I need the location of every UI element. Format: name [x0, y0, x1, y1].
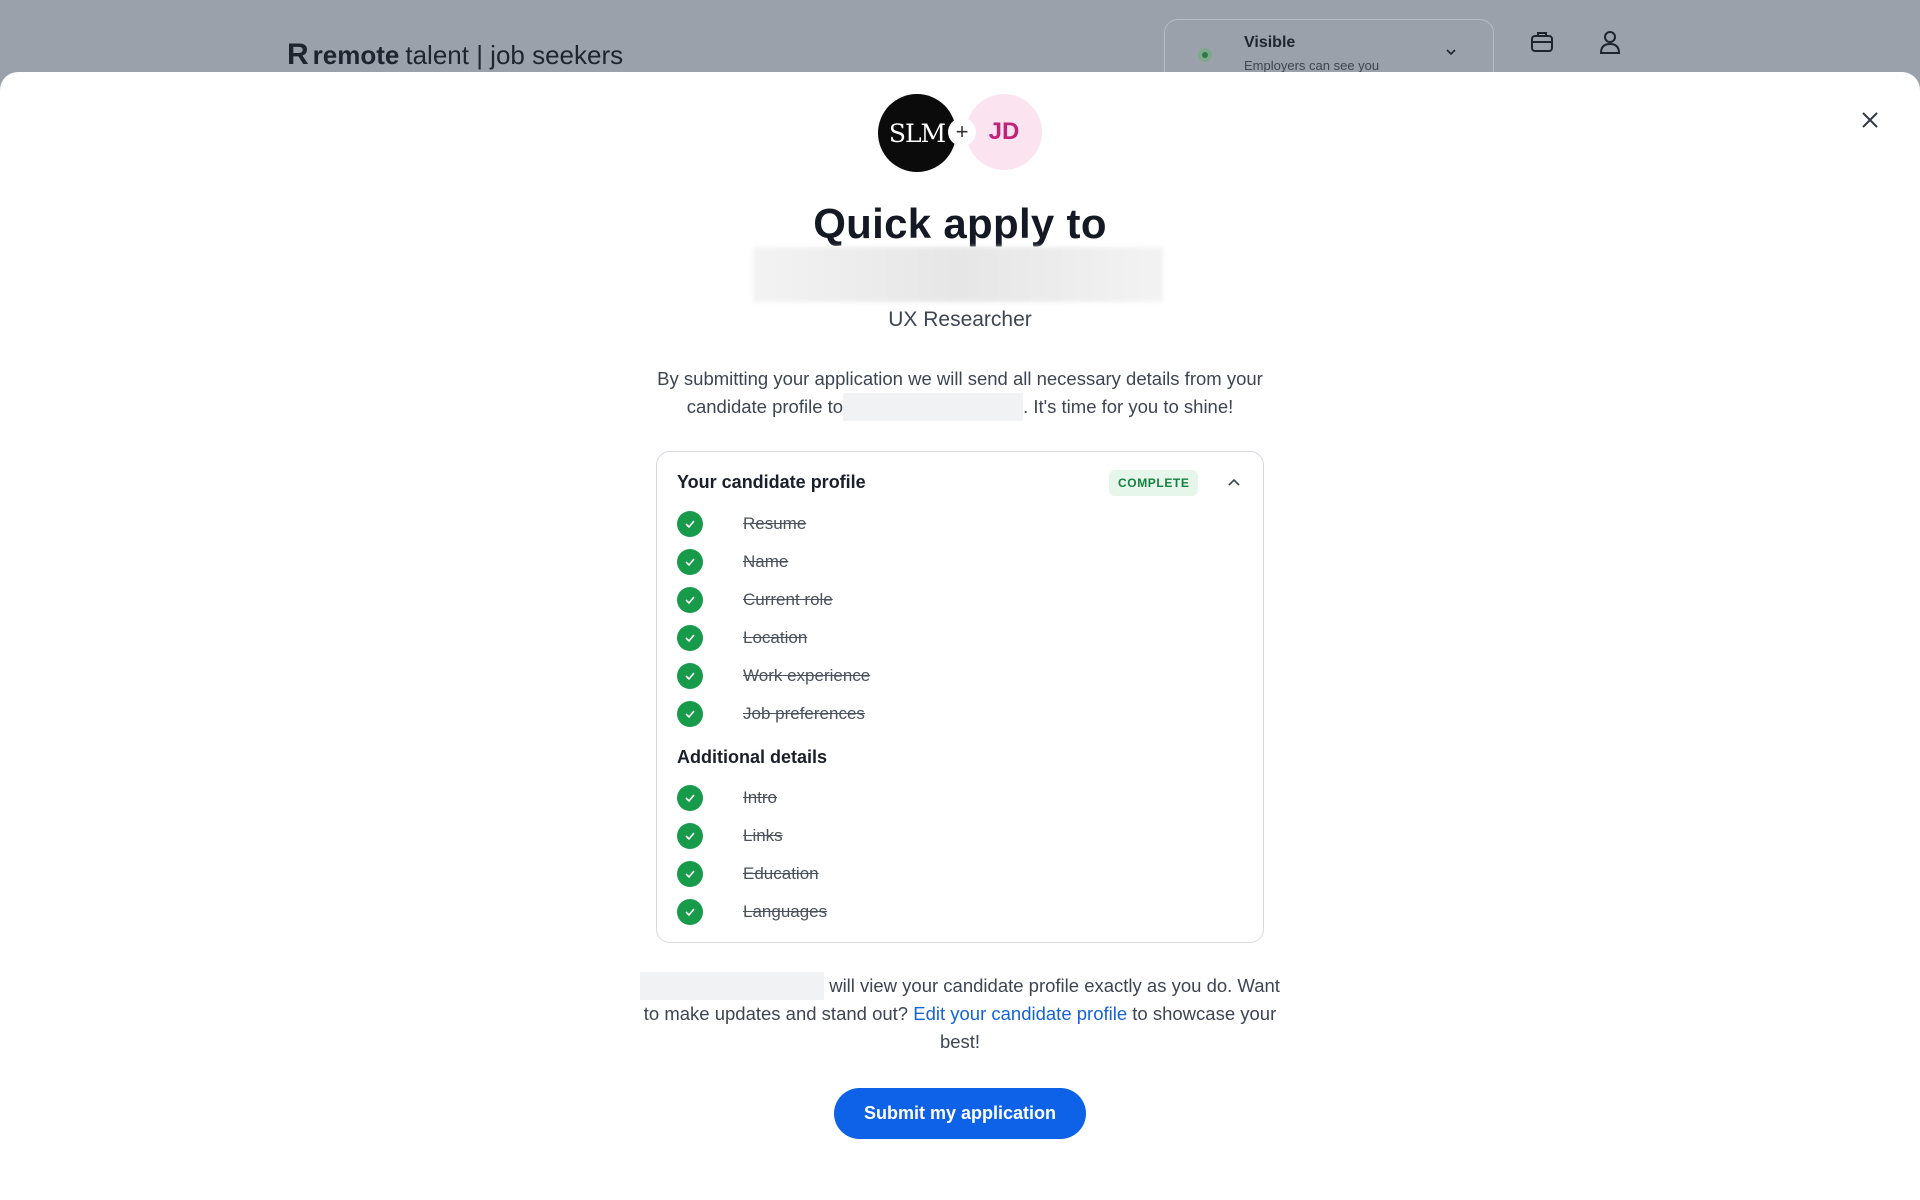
- site-header: R remote talent | job seekers Visible Em…: [0, 0, 1920, 89]
- check-circle-icon: [677, 823, 703, 849]
- close-icon[interactable]: [1856, 106, 1884, 134]
- redacted-company-note: [640, 972, 825, 1000]
- visibility-title: Visible: [1244, 34, 1296, 51]
- profile-item: Resume: [677, 511, 806, 537]
- avatar-group: SLM + JD: [878, 94, 1042, 172]
- profile-item-label: Name: [743, 552, 789, 571]
- check-circle-icon: [677, 549, 703, 575]
- chevron-down-icon: [1446, 49, 1456, 56]
- candidate-profile-card: Your candidate profile COMPLETE Resume N…: [656, 451, 1264, 943]
- check-circle-icon: [677, 625, 703, 651]
- edit-profile-link[interactable]: Edit your candidate profile: [913, 1003, 1127, 1024]
- brand-name-light: talent | job seekers: [405, 39, 624, 70]
- briefcase-icon[interactable]: [1528, 28, 1556, 56]
- plus-icon: +: [948, 118, 976, 146]
- status-badge: COMPLETE: [1109, 470, 1199, 496]
- check-circle-icon: [677, 511, 703, 537]
- additional-item-label: Languages: [743, 902, 828, 921]
- check-circle-icon: [677, 785, 703, 811]
- profile-item-label: Resume: [743, 514, 807, 533]
- additional-item-label: Education: [743, 864, 819, 883]
- check-circle-icon: [677, 663, 703, 689]
- company-avatar: SLM: [878, 94, 956, 172]
- profile-item-label: Location: [743, 628, 808, 647]
- redacted-company-inline: [843, 393, 1024, 421]
- profile-card-heading: Your candidate profile: [677, 472, 866, 492]
- check-circle-icon: [677, 701, 703, 727]
- brand-name-bold: remote: [312, 39, 400, 70]
- check-circle-icon: [677, 899, 703, 925]
- chevron-up-icon[interactable]: [1226, 475, 1242, 491]
- profile-item-label: Current role: [743, 590, 833, 609]
- additional-item-label: Intro: [743, 788, 778, 807]
- redacted-company-name: [753, 247, 1163, 302]
- brand-logo[interactable]: R remote talent | job seekers: [287, 38, 623, 72]
- additional-details-heading: Additional details: [677, 747, 828, 767]
- additional-item: Links: [677, 823, 783, 849]
- description-text-end: . It's time for you to shine!: [1023, 396, 1234, 417]
- visibility-subtitle: Employers can see you: [1244, 58, 1380, 73]
- eye-icon: [1198, 48, 1212, 62]
- user-avatar: JD: [966, 94, 1042, 170]
- profile-item: Name: [677, 549, 788, 575]
- additional-item: Intro: [677, 785, 777, 811]
- profile-item: Work experience: [677, 663, 870, 689]
- profile-item: Current role: [677, 587, 833, 613]
- profile-item: Location: [677, 625, 807, 651]
- user-icon[interactable]: [1596, 28, 1624, 56]
- profile-view-note: will view your candidate profile exactly…: [640, 972, 1280, 1056]
- check-circle-icon: [677, 587, 703, 613]
- additional-item: Languages: [677, 899, 827, 925]
- additional-item-label: Links: [743, 826, 783, 845]
- profile-item: Job preferences: [677, 701, 865, 727]
- application-description: By submitting your application we will s…: [650, 365, 1270, 421]
- job-role: UX Researcher: [888, 308, 1032, 331]
- profile-item-label: Work experience: [743, 666, 871, 685]
- logo-r-icon: R: [287, 38, 309, 71]
- submit-application-button[interactable]: Submit my application: [834, 1088, 1086, 1139]
- additional-item: Education: [677, 861, 819, 887]
- quick-apply-modal: SLM + JD Quick apply to UX Researcher By…: [0, 72, 1920, 1200]
- profile-item-label: Job preferences: [743, 704, 865, 723]
- modal-title: Quick apply to: [813, 200, 1107, 247]
- check-circle-icon: [677, 861, 703, 887]
